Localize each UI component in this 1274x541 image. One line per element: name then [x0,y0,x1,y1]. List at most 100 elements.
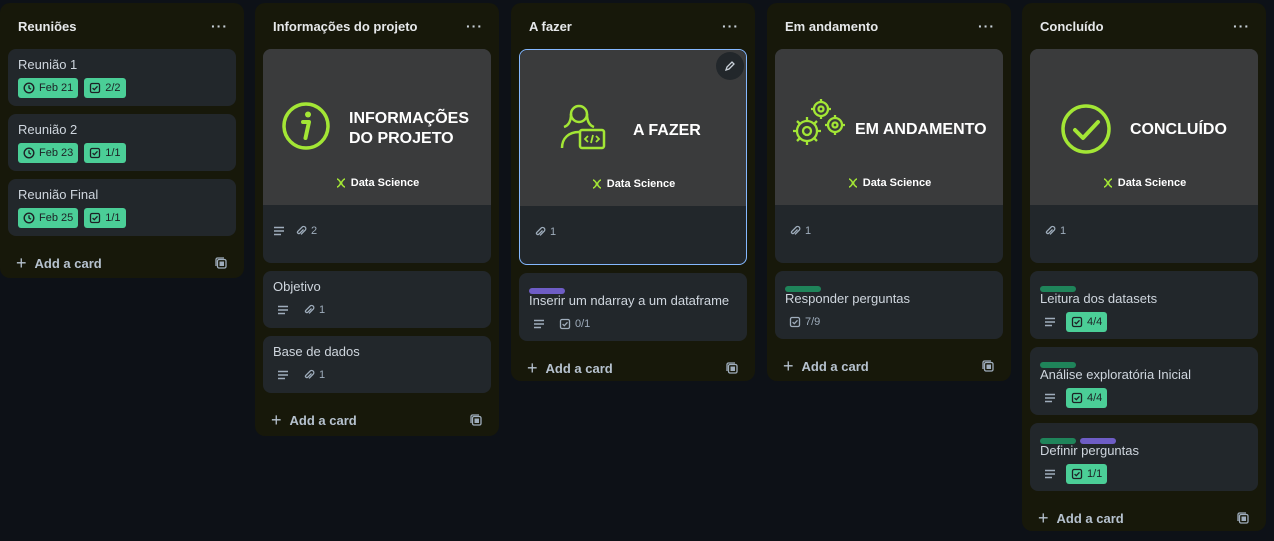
brand-logo: Data Science [263,177,491,189]
list-menu-button[interactable]: ··· [211,18,228,34]
brand-text: Data Science [862,177,932,189]
attachment-count: 1 [319,369,326,381]
card-template-icon[interactable] [214,256,228,270]
checklist-badge: 4/4 [1066,312,1108,332]
list-menu-button[interactable]: ··· [466,18,483,34]
list-title: Informações do projeto [273,18,418,34]
list-header: Reuniões ··· [8,3,236,49]
list-header: Em andamento ··· [775,3,1003,49]
description-icon [1045,393,1055,403]
card-reuniao-final[interactable]: Reunião Final Feb 25 1/1 [8,179,236,236]
due-date-badge[interactable]: Feb 25 [18,208,79,228]
checklist-text: 0/1 [575,318,591,330]
clock-icon [23,212,35,224]
card-cover-concluido[interactable]: CONCLUÍDO Data Science 1 [1030,49,1258,263]
add-card-button[interactable]: + Add a card [783,356,869,377]
plus-icon: + [1038,507,1049,528]
checklist-badge: 1/1 [84,143,126,163]
list-reunioes: Reuniões ··· Reunião 1 Feb 21 2/2 Reuniã… [0,3,244,278]
checklist-text: 1/1 [105,212,121,224]
brand-text: Data Science [606,178,676,190]
brand-text: Data Science [1117,177,1187,189]
add-card-label: Add a card [34,255,102,271]
checklist-text: 1/1 [105,147,121,159]
add-card-label: Add a card [545,360,613,376]
edit-card-button[interactable] [716,52,744,80]
checklist-text: 4/4 [1087,392,1103,404]
cover-heading-line1: INFORMAÇÕES [349,110,469,127]
data-science-logo-icon [592,179,601,189]
list-concluido: Concluído ··· CONCLUÍDO Data Science 1 L… [1022,3,1266,531]
add-card-row: + Add a card [263,401,491,439]
list-title: Concluído [1040,18,1104,34]
card-inserir-ndarray[interactable]: Inserir um ndarray a um dataframe 0/1 [519,273,747,341]
card-definir-perguntas[interactable]: Definir perguntas 1/1 [1030,423,1258,491]
plus-icon: + [527,357,538,378]
description-icon [1045,317,1055,327]
card-analise-exploratoria[interactable]: Análise exploratória Inicial 4/4 [1030,347,1258,415]
card-template-icon[interactable] [725,361,739,375]
card-title: Reunião Final [18,187,99,202]
card-base-de-dados[interactable]: Base de dados 1 [263,336,491,393]
checklist-icon [559,318,571,330]
checklist-icon [90,82,101,94]
plus-icon: + [271,409,282,430]
list-menu-button[interactable]: ··· [722,18,739,34]
checklist-badge: 7/9 [785,312,824,332]
card-cover-a-fazer[interactable]: A FAZER Data Science 1 [519,49,747,265]
card-reuniao-1[interactable]: Reunião 1 Feb 21 2/2 [8,49,236,106]
add-card-button[interactable]: + Add a card [271,410,357,431]
checklist-icon [789,316,801,328]
card-template-icon[interactable] [1236,511,1250,525]
add-card-button[interactable]: + Add a card [16,253,102,274]
card-cover-em-andamento[interactable]: EM ANDAMENTO Data Science 1 [775,49,1003,263]
card-template-icon[interactable] [469,413,483,427]
description-icon [534,319,544,329]
brand-logo: Data Science [520,178,746,190]
attachment-count: 1 [550,226,557,238]
list-header: Concluído ··· [1030,3,1258,49]
add-card-row: + Add a card [775,347,1003,385]
card-reuniao-2[interactable]: Reunião 2 Feb 23 1/1 [8,114,236,171]
checklist-badge: 1/1 [84,208,126,228]
checklist-icon [1071,392,1083,404]
attachment-badge: 1 [299,365,329,385]
card-title: Definir perguntas [1040,443,1139,458]
checklist-text: 7/9 [805,316,821,328]
add-card-button[interactable]: + Add a card [527,358,613,379]
card-objetivo[interactable]: Objetivo 1 [263,271,491,328]
checklist-text: 2/2 [105,82,121,94]
due-date-badge[interactable]: Feb 21 [18,78,79,98]
board: Reuniões ··· Reunião 1 Feb 21 2/2 Reuniã… [0,0,1274,541]
card-template-icon[interactable] [981,359,995,373]
list-menu-button[interactable]: ··· [1233,18,1250,34]
card-title: Reunião 2 [18,122,78,137]
card-cover-image: A FAZER Data Science [520,50,746,206]
checklist-icon [1071,316,1083,328]
checklist-badge: 4/4 [1066,388,1108,408]
list-menu-button[interactable]: ··· [978,18,995,34]
add-card-label: Add a card [1056,510,1124,526]
attachment-count: 1 [1060,225,1067,237]
checklist-icon [90,147,101,159]
list-em-andamento: Em andamento ··· EM ANDAMENTO Data Scien… [767,3,1011,381]
card-cover-image: CONCLUÍDO Data Science [1030,49,1258,205]
brand-logo: Data Science [775,177,1003,189]
list-title: A fazer [529,18,572,34]
card-responder-perguntas[interactable]: Responder perguntas 7/9 [775,271,1003,339]
due-date-badge[interactable]: Feb 23 [18,143,79,163]
brand-text: Data Science [350,177,420,189]
attachment-badge: 1 [530,222,560,242]
add-card-button[interactable]: + Add a card [1038,508,1124,529]
card-title: Objetivo [273,279,321,294]
card-cover-informacoes[interactable]: INFORMAÇÕES DO PROJETO Data Science 2 [263,49,491,263]
due-date-text: Feb 23 [39,147,74,159]
cover-heading-line1: EM ANDAMENTO [855,121,987,138]
checklist-badge: 1/1 [1066,464,1108,484]
checklist-badge: 0/1 [555,314,594,334]
card-leitura-dos-datasets[interactable]: Leitura dos datasets 4/4 [1030,271,1258,339]
attachment-badge: 1 [785,221,815,241]
cover-heading-line1: CONCLUÍDO [1130,121,1227,138]
card-title: Reunião 1 [18,57,78,72]
card-title: Inserir um ndarray a um dataframe [529,293,730,308]
